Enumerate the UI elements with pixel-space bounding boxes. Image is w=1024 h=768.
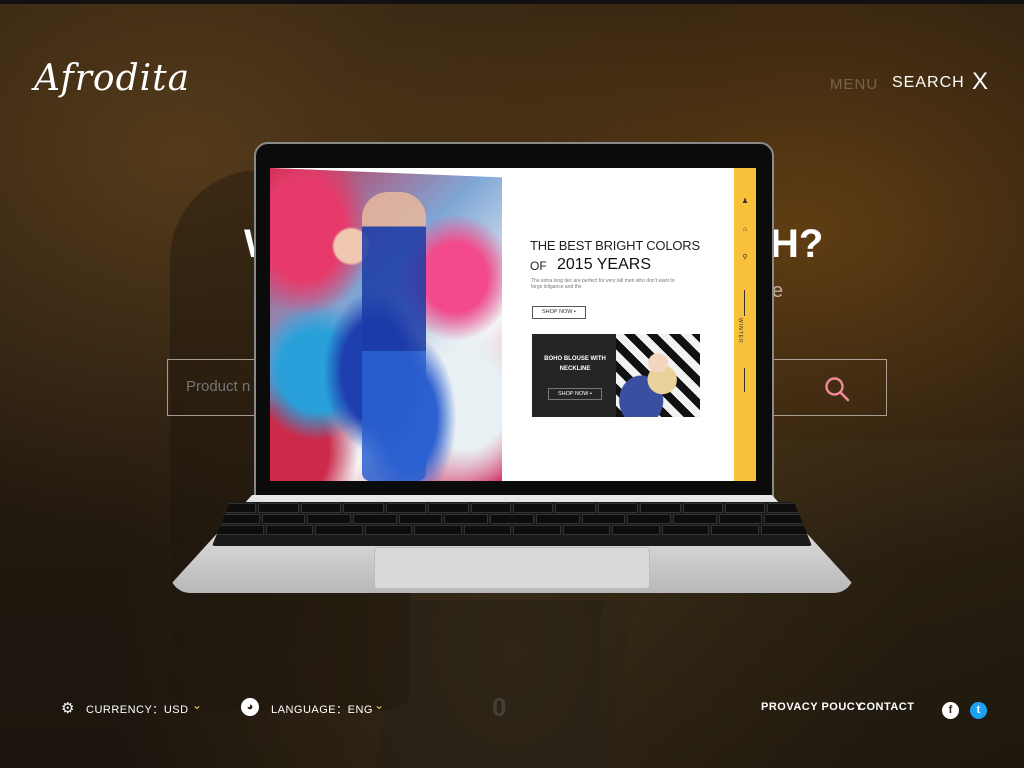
currency-selector[interactable]: CURRENCY：USD [86,701,189,717]
user-icon[interactable]: ♟ [741,198,749,206]
top-border [0,0,1024,4]
laptop-keyboard [212,502,812,546]
shop-now-label: SHOP NOW [542,309,573,315]
menu-link[interactable]: MENU [830,76,878,93]
laptop-screen: THE BEST BRIGHT COLORS OF 2015 YEARS The… [270,168,756,481]
chevron-down-icon[interactable]: ⌄ [192,698,202,712]
chevron-down-icon[interactable]: ⌄ [374,698,384,712]
hero-description: The extra long tiec are perfect for very… [531,278,675,290]
shop-now-button[interactable]: SHOP NOW ▪ [532,306,586,319]
promo-card: BOHO BLOUSE WITH NECKLINE SHOP NOW ▪ [532,334,700,417]
bag-icon: ▪ [574,309,576,315]
hero-title-year: 2015 YEARS [557,256,651,273]
promo-image [616,334,700,417]
side-toolbar: ♟ ⌂ ⚲ WINTER [734,168,756,481]
search-icon[interactable]: ⚲ [741,254,749,262]
globe-icon: ◕ [241,698,259,716]
laptop-trackpad [374,547,650,589]
close-search-button[interactable]: X [972,68,988,96]
scroll-line-up [744,290,745,316]
footer-faded-glyph: 0 [492,692,507,722]
bag-icon: ▪ [590,391,592,397]
hero-title: THE BEST BRIGHT COLORS [530,238,700,253]
promo-title: BOHO BLOUSE WITH NECKLINE [544,356,606,372]
hero-model [362,192,426,481]
promo-shop-now-label: SHOP NOW [558,391,589,397]
search-heading-right: H? [770,222,824,266]
search-link[interactable]: SEARCH [892,74,965,92]
background-path [375,600,635,768]
search-icon[interactable] [824,376,850,402]
promo-shop-now-button[interactable]: SHOP NOW ▪ [548,388,602,400]
brand-logo[interactable]: Afrodita [34,58,190,99]
season-label: WINTER [737,318,743,344]
gear-icon: ⚙ [61,700,75,717]
twitter-icon[interactable]: t [970,702,987,719]
lock-icon[interactable]: ⌂ [741,226,749,234]
facebook-icon[interactable]: f [942,702,959,719]
contact-link[interactable]: CONTACT [858,701,914,713]
privacy-policy-link[interactable]: PROVACY POUCY [761,701,863,713]
language-selector[interactable]: LANGUAGE：ENG [271,701,373,717]
hero-title-of: OF [530,259,547,273]
scroll-line-down [744,368,745,392]
